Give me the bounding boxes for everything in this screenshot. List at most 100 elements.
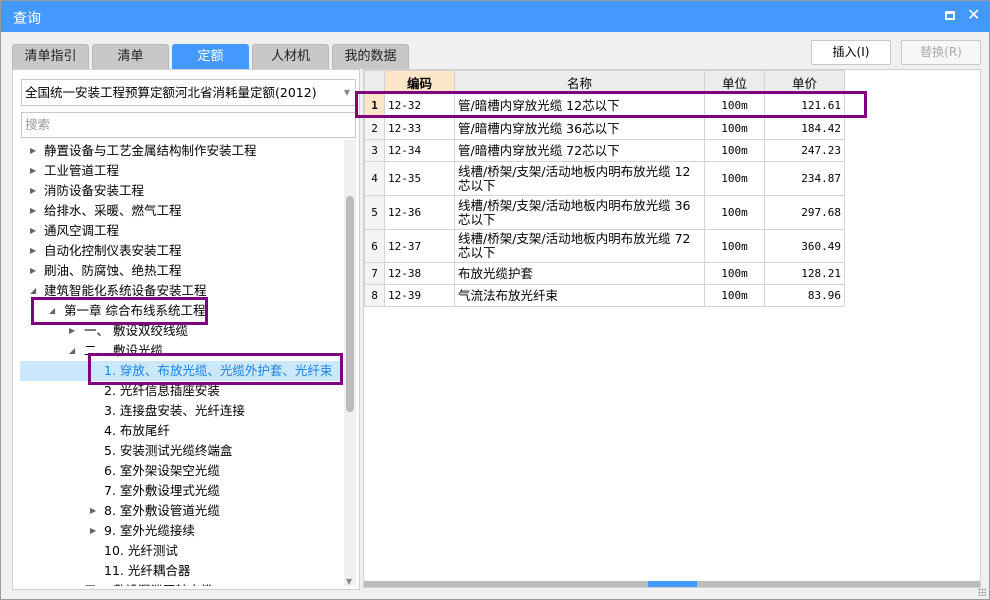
- table-row[interactable]: 6 12-37 线槽/桥架/支架/活动地板内明布放光缆 72芯以下 100m 360.4…: [364, 229, 845, 263]
- cell-price: 83.96: [764, 284, 845, 307]
- scrollbar-thumb[interactable]: [346, 196, 354, 412]
- cell-code: 12-38: [384, 262, 455, 285]
- library-panel: 全国统一安装工程预算定额河北省消耗量定额(2012) ▼ 搜索 ▶ 静置设备与工艺金…: [12, 69, 360, 590]
- cell-code: 12-36: [384, 195, 455, 230]
- table-row[interactable]: 3 12-34 管/暗槽内穿放光缆 72芯以下 100m 247.23: [364, 139, 845, 162]
- tab-1[interactable]: 清单: [92, 44, 169, 69]
- tree-node[interactable]: 11. 光纤耦合器: [13, 561, 344, 581]
- chevron-down-icon: ▼: [343, 88, 350, 97]
- highlight-chapter-box: [31, 297, 208, 325]
- quota-table-panel: 编码 名称 单位 单价 1 12-32 管/暗槽内穿放光缆 12芯以下 100m 121.61 2…: [363, 69, 981, 588]
- replace-button[interactable]: 替换(R): [901, 40, 981, 65]
- cell-unit: 100m: [704, 195, 765, 230]
- cell-name: 管/暗槽内穿放光缆 72芯以下: [454, 139, 705, 162]
- expanded-arrow-icon[interactable]: ◢: [69, 341, 75, 361]
- tree-node[interactable]: ▶ 9. 室外光缆接续: [13, 521, 344, 541]
- collapsed-arrow-icon[interactable]: ▶: [90, 521, 96, 541]
- tree-node-label: 静置设备与工艺金属结构制作安装工程: [44, 143, 257, 158]
- table-row[interactable]: 2 12-33 管/暗槽内穿放光缆 36芯以下 100m 184.42: [364, 117, 845, 140]
- cell-row-number: 8: [364, 284, 385, 307]
- cell-code: 12-35: [384, 161, 455, 196]
- cell-row-number: 5: [364, 195, 385, 230]
- cell-name: 布放光缆护套: [454, 262, 705, 285]
- cell-unit: 100m: [704, 284, 765, 307]
- window-title: 查询: [13, 11, 41, 27]
- collapsed-arrow-icon[interactable]: ▶: [30, 221, 36, 241]
- tab-3[interactable]: 人材机: [252, 44, 329, 69]
- insert-button[interactable]: 插入(I): [811, 40, 891, 65]
- cell-row-number: 7: [364, 262, 385, 285]
- tree-node-label: 5. 安装测试光缆终端盒: [104, 443, 233, 458]
- collapsed-arrow-icon[interactable]: ▶: [30, 181, 36, 201]
- collapsed-arrow-icon[interactable]: ▶: [30, 241, 36, 261]
- tree-node[interactable]: 10. 光纤测试: [13, 541, 344, 561]
- tree-node[interactable]: ▶ 8. 室外敷设管道光缆: [13, 501, 344, 521]
- collapsed-arrow-icon[interactable]: ▶: [30, 201, 36, 221]
- library-select-value: 全国统一安装工程预算定额河北省消耗量定额(2012): [25, 85, 317, 100]
- tree-node[interactable]: ▶ 刷油、防腐蚀、绝热工程: [13, 261, 344, 281]
- cell-name: 管/暗槽内穿放光缆 36芯以下: [454, 117, 705, 140]
- tab-0[interactable]: 清单指引: [12, 44, 89, 69]
- cell-unit: 100m: [704, 139, 765, 162]
- table-row[interactable]: 8 12-39 气流法布放光纤束 100m 83.96: [364, 284, 845, 307]
- tab-2[interactable]: 定额: [172, 44, 249, 69]
- horizontal-scrollbar[interactable]: [364, 581, 980, 587]
- tree-node-label: 消防设备安装工程: [44, 183, 145, 198]
- resize-grip-icon[interactable]: [978, 588, 986, 596]
- cell-code: 12-37: [384, 229, 455, 263]
- close-icon[interactable]: ✕: [967, 5, 980, 24]
- collapsed-arrow-icon[interactable]: ▶: [30, 161, 36, 181]
- cell-price: 297.68: [764, 195, 845, 230]
- cell-unit: 100m: [704, 117, 765, 140]
- tree-node-label: 11. 光纤耦合器: [104, 563, 191, 578]
- table-row[interactable]: 5 12-36 线槽/桥架/支架/活动地板内明布放光缆 36芯以下 100m 297.6…: [364, 195, 845, 230]
- cell-row-number: 6: [364, 229, 385, 263]
- table-row[interactable]: 7 12-38 布放光缆护套 100m 128.21: [364, 262, 845, 285]
- cell-code: 12-33: [384, 117, 455, 140]
- tree-node[interactable]: ▶ 通风空调工程: [13, 221, 344, 241]
- tree-node-label: 10. 光纤测试: [104, 543, 178, 558]
- collapsed-arrow-icon[interactable]: ▶: [90, 501, 96, 521]
- title-bar: 查询 ✕: [1, 1, 990, 32]
- tree-node-label: 自动化控制仪表安装工程: [44, 243, 182, 258]
- tree-node[interactable]: 4. 布放尾纤: [13, 421, 344, 441]
- tree-node[interactable]: 3. 连接盘安装、光纤连接: [13, 401, 344, 421]
- cell-price: 184.42: [764, 117, 845, 140]
- tree-node-label: 通风空调工程: [44, 223, 120, 238]
- cell-name: 线槽/桥架/支架/活动地板内明布放光缆 72芯以下: [454, 229, 705, 263]
- cell-name: 线槽/桥架/支架/活动地板内明布放光缆 12芯以下: [454, 161, 705, 196]
- cell-price: 247.23: [764, 139, 845, 162]
- tree-scrollbar[interactable]: ▼: [344, 140, 356, 586]
- collapsed-arrow-icon[interactable]: ▶: [30, 261, 36, 281]
- tree-node[interactable]: ▶ 静置设备与工艺金属结构制作安装工程: [13, 141, 344, 161]
- cell-row-number: 3: [364, 139, 385, 162]
- tree-node[interactable]: ▶ 消防设备安装工程: [13, 181, 344, 201]
- tab-4[interactable]: 我的数据: [332, 44, 409, 69]
- tree-node[interactable]: 7. 室外敷设埋式光缆: [13, 481, 344, 501]
- tree-node-label: 工业管道工程: [44, 163, 120, 178]
- scroll-down-icon[interactable]: ▼: [346, 577, 352, 586]
- maximize-icon[interactable]: [945, 11, 955, 20]
- cell-unit: 100m: [704, 262, 765, 285]
- cell-code: 12-34: [384, 139, 455, 162]
- tree-node[interactable]: 5. 安装测试光缆终端盒: [13, 441, 344, 461]
- table-row[interactable]: 4 12-35 线槽/桥架/支架/活动地板内明布放光缆 12芯以下 100m 234.8…: [364, 161, 845, 196]
- collapsed-arrow-icon[interactable]: ▶: [30, 141, 36, 161]
- tree-node[interactable]: ▶ 自动化控制仪表安装工程: [13, 241, 344, 261]
- tree-node[interactable]: 三、 敷设漏泄同轴电缆: [13, 581, 344, 586]
- splitter-handle[interactable]: [648, 581, 697, 587]
- tree-node[interactable]: ▶ 工业管道工程: [13, 161, 344, 181]
- tree-node-label: 4. 布放尾纤: [104, 423, 170, 438]
- cell-row-number: 4: [364, 161, 385, 196]
- tree-node-label: 8. 室外敷设管道光缆: [104, 503, 220, 518]
- tree-node[interactable]: ▶ 给排水、采暖、燃气工程: [13, 201, 344, 221]
- library-select[interactable]: 全国统一安装工程预算定额河北省消耗量定额(2012) ▼: [21, 79, 356, 106]
- tree-node-label: 6. 室外架设架空光缆: [104, 463, 220, 478]
- tree-node[interactable]: 6. 室外架设架空光缆: [13, 461, 344, 481]
- search-input[interactable]: 搜索: [21, 112, 356, 138]
- tree-node-label: 给排水、采暖、燃气工程: [44, 203, 182, 218]
- tree-node-label: 三、 敷设漏泄同轴电缆: [84, 581, 213, 586]
- cell-row-number: 2: [364, 117, 385, 140]
- cell-price: 234.87: [764, 161, 845, 196]
- tree-node-label: 7. 室外敷设埋式光缆: [104, 483, 220, 498]
